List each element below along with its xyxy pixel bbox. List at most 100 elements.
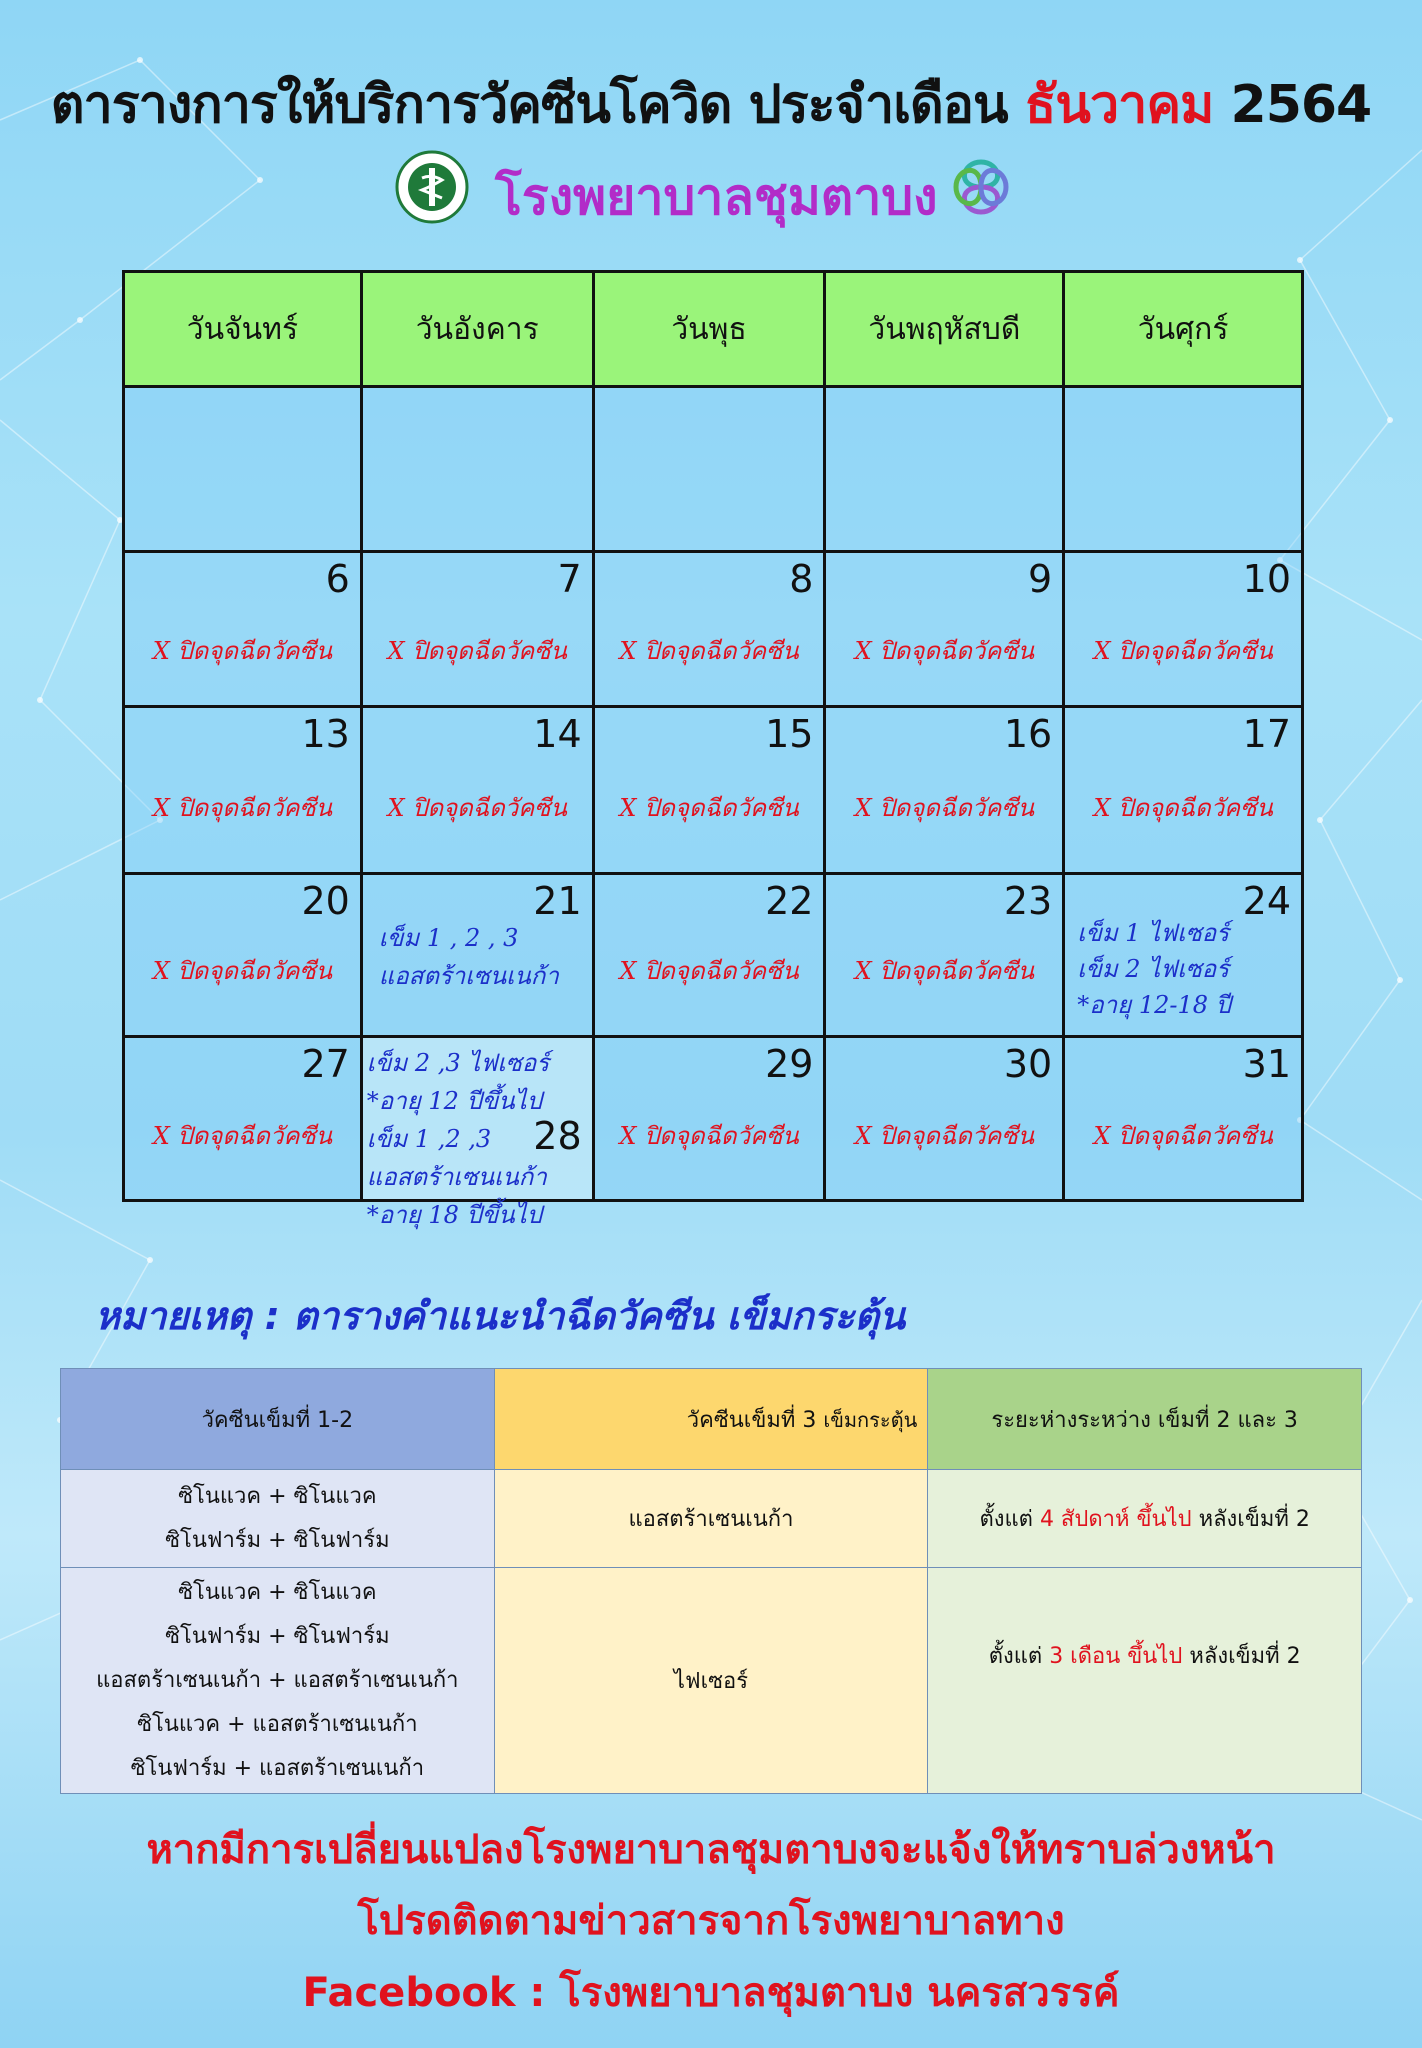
closed-label: X ปิดจุดฉีดวัคซีน	[152, 1122, 333, 1150]
interval-prefix: ตั้งแต่	[979, 1507, 1033, 1532]
day-number: 22	[765, 879, 814, 923]
open-note-line: เข็ม 2 ไฟเซอร์	[1077, 955, 1230, 983]
calendar-day-cell: 24 เข็ม 1 ไฟเซอร์ เข็ม 2 ไฟเซอร์ *อายุ 1…	[1065, 875, 1302, 1035]
closed-label: X ปิดจุดฉีดวัคซีน	[152, 957, 333, 985]
vaccination-calendar: วันจันทร์ วันอังคาร วันพุธ วันพฤหัสบดี ว…	[122, 270, 1304, 1229]
calendar-day-cell: 10 X ปิดจุดฉีดวัคซีน	[1065, 553, 1302, 705]
day-number: 17	[1242, 712, 1292, 756]
closed-label: X ปิดจุดฉีดวัคซีน	[619, 794, 799, 822]
table-row: ซิโนแวค + ซิโนแวค ซิโนฟาร์ม + ซิโนฟาร์ม …	[60, 1567, 1362, 1794]
open-note-line: *อายุ 12-18 ปี	[1077, 991, 1231, 1019]
first-dose-combo: ซิโนแวค + ซิโนแวค	[178, 1483, 377, 1509]
first-doses-cell: ซิโนแวค + ซิโนแวค ซิโนฟาร์ม + ซิโนฟาร์ม …	[60, 1567, 495, 1794]
open-note-line: *อายุ 18 ปีขึ้นไป	[366, 1201, 542, 1229]
closed-label: X ปิดจุดฉีดวัคซีน	[1093, 637, 1273, 665]
day-number: 24	[1242, 879, 1292, 923]
first-dose-combo: ซิโนฟาร์ม + แอสตร้าเซนเนก้า	[130, 1755, 425, 1781]
calendar-header: วันจันทร์ วันอังคาร วันพุธ วันพฤหัสบดี ว…	[122, 270, 1304, 388]
closed-label: X ปิดจุดฉีดวัคซีน	[387, 794, 567, 822]
calendar-day-cell: 20 X ปิดจุดฉีดวัคซีน	[125, 875, 363, 1035]
calendar-day-cell: 30 X ปิดจุดฉีดวัคซีน	[826, 1038, 1066, 1199]
calendar-day-cell: 21 เข็ม 1 , 2 , 3 แอสตร้าเซนเนก้า	[362, 875, 595, 1035]
weekday-header: วันอังคาร	[363, 273, 595, 385]
footer-change-notice: หากมีการเปลี่ยนแปลงโรงพยาบาลชุมตาบงจะแจ้…	[146, 1827, 1276, 1873]
closed-label: X ปิดจุดฉีดวัคซีน	[619, 1122, 799, 1150]
calendar-day-cell: 31 X ปิดจุดฉีดวัคซีน	[1065, 1038, 1302, 1199]
open-note-line: เข็ม 1 , 2 , 3	[378, 924, 519, 952]
calendar-day-cell: 28 เข็ม 2 ,3 ไฟเซอร์ *อายุ 12 ปีขึ้นไป เ…	[362, 1038, 595, 1229]
note-title: หมายเหตุ : ตารางคำแนะนำฉีดวัคซีน เข็มกระ…	[95, 1294, 906, 1338]
title-year: 2564	[1230, 75, 1373, 135]
calendar-day-cell: 16 X ปิดจุดฉีดวัคซีน	[826, 708, 1066, 872]
day-number: 10	[1242, 557, 1292, 601]
closed-label: X ปิดจุดฉีดวัคซีน	[854, 1122, 1035, 1150]
calendar-day-cell: 15 X ปิดจุดฉีดวัคซีน	[594, 708, 827, 872]
weekday-header: วันพฤหัสบดี	[826, 273, 1066, 385]
day-number: 9	[1028, 557, 1053, 601]
day-number: 7	[557, 557, 582, 601]
calendar-week: 27 X ปิดจุดฉีดวัคซีน 28 เข็ม 2 ,3 ไฟเซอร…	[122, 1038, 1304, 1229]
third-dose-cell: แอสตร้าเซนเนก้า	[493, 1469, 929, 1568]
open-note-line: เข็ม 1 ไฟเซอร์	[1077, 919, 1230, 947]
calendar-week: 6 X ปิดจุดฉีดวัคซีน 7 X ปิดจุดฉีดวัคซีน …	[122, 553, 1304, 708]
first-doses-cell: ซิโนแวค + ซิโนแวค ซิโนฟาร์ม + ซิโนฟาร์ม	[60, 1469, 495, 1568]
day-number: 30	[1003, 1042, 1053, 1086]
open-note-line: *อายุ 12 ปีขึ้นไป	[366, 1087, 542, 1115]
closed-label: X ปิดจุดฉีดวัคซีน	[387, 637, 567, 665]
interval-cell: ตั้งแต่ 4 สัปดาห์ ขึ้นไป หลังเข็มที่ 2	[927, 1469, 1362, 1568]
open-note-line: เข็ม 1 ,2 ,3	[366, 1125, 492, 1153]
day-number: 20	[301, 879, 350, 923]
day-number: 21	[533, 879, 582, 923]
day-number: 8	[789, 557, 814, 601]
first-dose-combo: ซิโนฟาร์ม + ซิโนฟาร์ม	[165, 1623, 390, 1649]
open-note-line: แอสตร้าเซนเนก้า	[378, 962, 559, 990]
first-dose-combo: แอสตร้าเซนเนก้า + แอสตร้าเซนเนก้า	[96, 1667, 459, 1693]
calendar-day-cell: 9 X ปิดจุดฉีดวัคซีน	[826, 553, 1066, 705]
header-booster-label: เข็มกระตุ้น	[823, 1407, 918, 1432]
calendar-day-cell	[362, 388, 595, 550]
calendar-day-cell: 22 X ปิดจุดฉีดวัคซีน	[594, 875, 827, 1035]
day-number: 29	[765, 1042, 814, 1086]
open-note-day-28: เข็ม 2 ,3 ไฟเซอร์ *อายุ 12 ปีขึ้นไป เข็ม…	[367, 1044, 549, 1234]
calendar-day-cell: 7 X ปิดจุดฉีดวัคซีน	[362, 553, 595, 705]
day-number: 27	[301, 1042, 350, 1086]
booster-guide-table: วัคซีนเข็มที่ 1-2 วัคซีนเข็มที่ 3 เข็มกร…	[60, 1368, 1362, 1794]
header-first-doses: วัคซีนเข็มที่ 1-2	[60, 1368, 495, 1470]
calendar-day-cell: 6 X ปิดจุดฉีดวัคซีน	[125, 553, 363, 705]
closed-label: X ปิดจุดฉีดวัคซีน	[619, 957, 799, 985]
weekday-header: วันพุธ	[595, 273, 827, 385]
closed-label: X ปิดจุดฉีดวัคซีน	[152, 794, 333, 822]
calendar-day-cell: 17 X ปิดจุดฉีดวัคซีน	[1065, 708, 1302, 872]
closed-label: X ปิดจุดฉีดวัคซีน	[1093, 794, 1273, 822]
calendar-day-cell	[826, 388, 1066, 550]
table-row: ซิโนแวค + ซิโนแวค ซิโนฟาร์ม + ซิโนฟาร์ม …	[60, 1469, 1362, 1568]
calendar-day-cell	[594, 388, 827, 550]
weekday-header: วันจันทร์	[125, 273, 363, 385]
hospital-name: โรงพยาบาลชุมตาบง	[495, 168, 938, 226]
weekday-header: วันศุกร์	[1137, 311, 1229, 347]
first-dose-combo: ซิโนแวค + แอสตร้าเซนเนก้า	[137, 1711, 418, 1737]
closed-label: X ปิดจุดฉีดวัคซีน	[854, 957, 1035, 985]
calendar-week: 20 X ปิดจุดฉีดวัคซีน 21 เข็ม 1 , 2 , 3 แ…	[122, 875, 1304, 1038]
interval-prefix: ตั้งแต่	[988, 1644, 1043, 1669]
third-dose-cell: ไฟเซอร์	[493, 1567, 929, 1794]
calendar-day-cell: 29 X ปิดจุดฉีดวัคซีน	[594, 1038, 827, 1199]
calendar-day-cell: 23 X ปิดจุดฉีดวัคซีน	[826, 875, 1066, 1035]
day-number: 16	[1003, 712, 1053, 756]
day-number: 14	[533, 712, 582, 756]
calendar-week	[122, 388, 1304, 553]
interval-suffix: หลังเข็มที่ 2	[1189, 1644, 1301, 1669]
calendar-day-cell: 13 X ปิดจุดฉีดวัคซีน	[125, 708, 363, 872]
title-month: ธันวาคม	[1024, 75, 1215, 135]
calendar-day-cell: 8 X ปิดจุดฉีดวัคซีน	[594, 553, 827, 705]
day-number: 15	[765, 712, 814, 756]
calendar-day-cell	[125, 388, 363, 550]
day-number: 6	[325, 557, 350, 601]
day-number: 13	[301, 712, 350, 756]
interval-cell: ตั้งแต่ 3 เดือน ขึ้นไป หลังเข็มที่ 2	[927, 1567, 1362, 1794]
hospital-knot-logo-icon	[953, 159, 1009, 215]
calendar-week: 13 X ปิดจุดฉีดวัคซีน 14 X ปิดจุดฉีดวัคซี…	[122, 708, 1304, 875]
closed-label: X ปิดจุดฉีดวัคซีน	[152, 637, 333, 665]
calendar-day-cell	[1065, 388, 1302, 550]
first-dose-combo: ซิโนแวค + ซิโนแวค	[178, 1579, 377, 1605]
